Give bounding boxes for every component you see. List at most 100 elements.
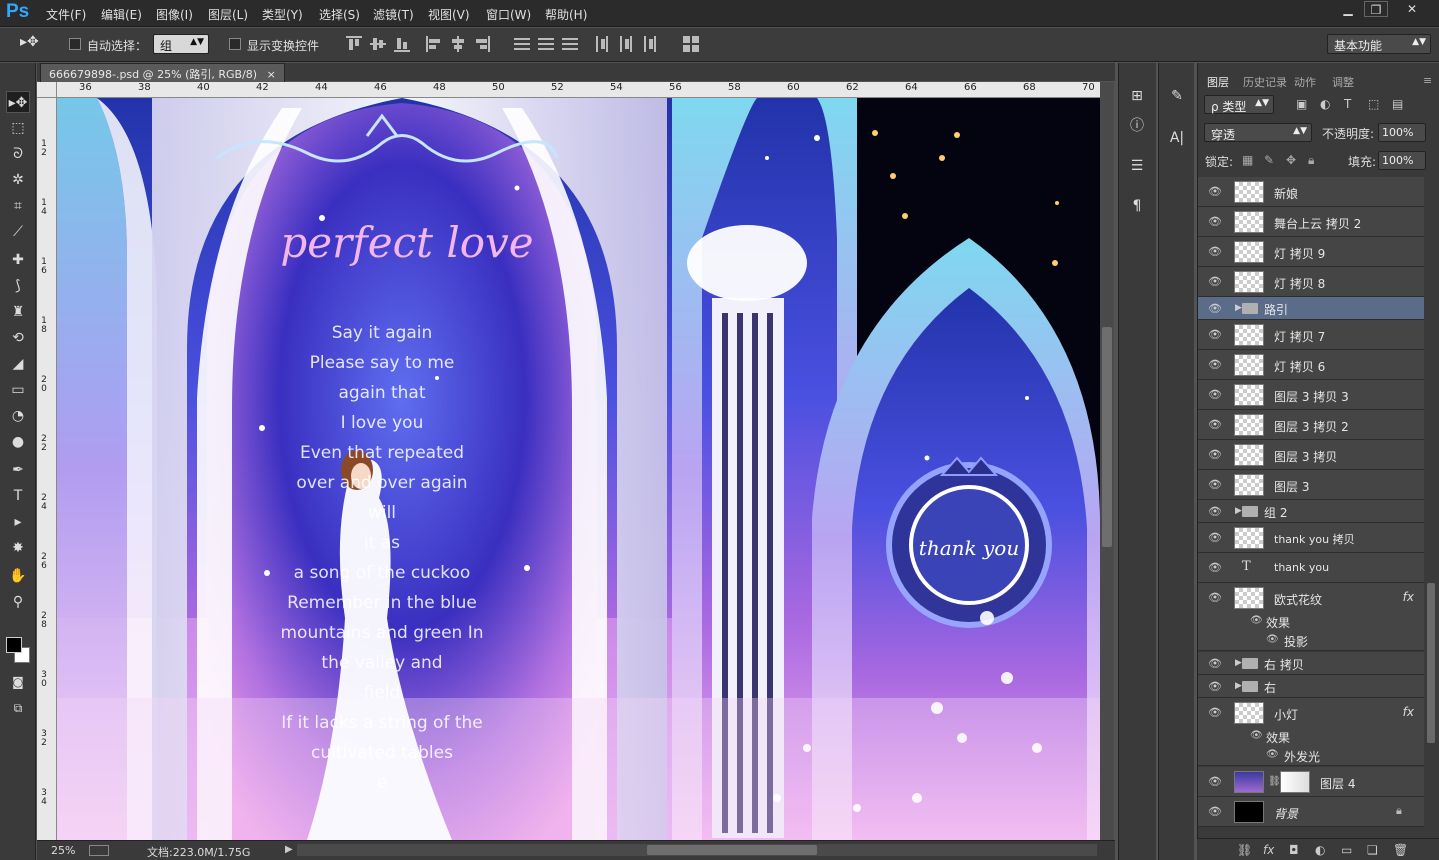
add-style-icon[interactable]: fx [1263, 843, 1274, 857]
layer-row[interactable]: 👁︎ ▶ 右 [1198, 675, 1424, 698]
layer-row[interactable]: 👁︎ 欧式花纹 fx [1198, 583, 1424, 613]
brush-presets-icon[interactable]: ✎ [1165, 85, 1189, 107]
layer-row[interactable]: 👁︎ 小灯 fx [1198, 698, 1424, 728]
type-tool-icon[interactable]: T [6, 485, 30, 507]
lock-position-icon[interactable]: ✥ [1286, 153, 1296, 167]
expand-triangle-icon[interactable]: ▶ [1235, 506, 1242, 516]
info-icon[interactable]: ⓘ [1125, 115, 1149, 137]
menu-select[interactable]: 选择(S) [319, 6, 360, 23]
layer-row[interactable]: 👁︎ 新娘 [1198, 177, 1424, 207]
zoom-tool-icon[interactable]: ⚲ [6, 591, 30, 613]
quick-mask-icon[interactable]: ◙ [6, 671, 30, 693]
filter-type-icon[interactable]: T [1344, 97, 1351, 111]
distribute-top-icon[interactable] [514, 36, 530, 52]
effect-eye-icon[interactable]: 👁︎ [1266, 749, 1279, 760]
visibility-eye-icon[interactable]: 👁︎ [1208, 680, 1222, 693]
visibility-eye-icon[interactable]: 👁︎ [1208, 775, 1222, 788]
distribute-right-icon[interactable] [642, 36, 658, 52]
visibility-eye-icon[interactable]: 👁︎ [1208, 275, 1222, 288]
document-tab[interactable]: 666679898-.psd @ 25% (路引, RGB/8) × [40, 63, 285, 82]
align-hcenter-icon[interactable] [450, 36, 466, 52]
filter-pixel-icon[interactable]: ▣ [1296, 97, 1307, 111]
align-left-icon[interactable] [426, 36, 442, 52]
menu-filter[interactable]: 滤镜(T) [373, 6, 414, 23]
layer-row[interactable]: 👁︎ ▶ 右 拷贝 [1198, 652, 1424, 675]
tab-adjustments[interactable]: 调整 [1332, 74, 1354, 90]
effect-row[interactable]: 👁︎ 外发光 [1198, 746, 1424, 766]
move-tool-icon[interactable]: ▸✥ [6, 91, 30, 113]
lock-pixels-icon[interactable]: ✎ [1264, 153, 1274, 167]
fx-icon[interactable]: fx [1403, 705, 1414, 719]
menu-help[interactable]: 帮助(H) [545, 6, 587, 23]
layer-row[interactable]: 👁︎ 灯 拷贝 9 [1198, 237, 1424, 267]
visibility-eye-icon[interactable]: 👁︎ [1208, 805, 1222, 818]
visibility-eye-icon[interactable]: 👁︎ [1208, 245, 1222, 258]
layer-filter-dropdown[interactable]: ρ 类型 ▲▼ [1204, 95, 1274, 114]
distribute-bottom-icon[interactable] [562, 36, 578, 52]
menu-type[interactable]: 类型(Y) [262, 6, 303, 23]
expand-triangle-icon[interactable]: ▶ [1235, 681, 1242, 691]
zoom-level[interactable]: 25% [51, 844, 75, 857]
filter-shape-icon[interactable]: ⬚ [1368, 97, 1379, 111]
effects-row[interactable]: 👁︎ 效果 [1198, 728, 1424, 746]
distribute-vcenter-icon[interactable] [538, 36, 554, 52]
panel-menu-icon[interactable]: ≡ [1423, 74, 1432, 87]
move-tool-preset-icon[interactable]: ▸✥ [20, 34, 39, 50]
visibility-eye-icon[interactable]: 👁︎ [1208, 185, 1222, 198]
menu-view[interactable]: 视图(V) [428, 6, 470, 23]
menu-layer[interactable]: 图层(L) [208, 6, 248, 23]
document-canvas[interactable]: perfect love Say it again Please say to … [57, 98, 1100, 840]
visibility-eye-icon[interactable]: 👁︎ [1208, 657, 1222, 670]
auto-select-checkbox[interactable] [69, 38, 81, 50]
visibility-eye-icon[interactable]: 👁︎ [1208, 388, 1222, 401]
link-layers-icon[interactable]: ⛓ [1237, 843, 1252, 857]
expand-triangle-icon[interactable]: ▶ [1235, 658, 1242, 668]
fx-icon[interactable]: fx [1403, 590, 1414, 604]
workspace-dropdown[interactable]: 基本功能 ▲▼ [1327, 34, 1431, 54]
layer-row[interactable]: 👁︎ ▶ 组 2 [1198, 500, 1424, 523]
layer-row[interactable]: 👁︎ T thank you [1198, 553, 1424, 583]
tab-layers[interactable]: 图层 [1207, 74, 1229, 90]
layer-row[interactable]: 👁︎ 灯 拷贝 7 [1198, 320, 1424, 350]
tab-history[interactable]: 历史记录 [1243, 74, 1287, 90]
close-button[interactable]: ✕ [1398, 1, 1426, 17]
character-icon[interactable]: A| [1165, 127, 1189, 149]
new-adjustment-icon[interactable]: ◐ [1315, 843, 1325, 857]
layer-row[interactable]: 👁︎ 图层 3 拷贝 [1198, 440, 1424, 470]
minimize-button[interactable]: ▁ [1336, 1, 1360, 17]
layer-row[interactable]: 👁︎ 背景 🔒︎ [1198, 797, 1424, 827]
custom-shape-icon[interactable]: ✸ [6, 537, 30, 559]
history-brush-icon[interactable]: ⟲ [6, 327, 30, 349]
properties-icon[interactable]: ⊞ [1125, 85, 1149, 107]
layer-mask-thumbnail[interactable] [1280, 771, 1310, 793]
align-bottom-icon[interactable] [394, 36, 410, 52]
effect-eye-icon[interactable]: 👁︎ [1250, 730, 1263, 741]
delete-layer-icon[interactable]: 🗑︎ [1393, 843, 1408, 857]
visibility-eye-icon[interactable]: 👁︎ [1208, 478, 1222, 491]
scrollbar-thumb[interactable] [1102, 327, 1112, 547]
foreground-color-swatch[interactable] [6, 637, 22, 653]
align-vcenter-icon[interactable] [370, 36, 386, 52]
visibility-eye-icon[interactable]: 👁︎ [1208, 531, 1222, 544]
visibility-eye-icon[interactable]: 👁︎ [1208, 215, 1222, 228]
expand-triangle-icon[interactable]: ▶ [1235, 303, 1242, 313]
healing-brush-icon[interactable]: ✚ [6, 249, 30, 271]
opacity-input[interactable]: 100% [1378, 123, 1426, 142]
layer-row[interactable]: 👁︎ 图层 3 拷贝 2 [1198, 410, 1424, 440]
dodge-tool-icon[interactable]: ● [6, 431, 30, 453]
scrollbar-thumb[interactable] [1427, 583, 1435, 743]
chain-link-icon[interactable]: ⛓ [1268, 776, 1281, 787]
menu-file[interactable]: 文件(F) [46, 6, 86, 23]
effect-eye-icon[interactable]: 👁︎ [1266, 634, 1279, 645]
distribute-hcenter-icon[interactable] [618, 36, 634, 52]
visibility-eye-icon[interactable]: 👁︎ [1208, 591, 1222, 604]
menu-image[interactable]: 图像(I) [156, 6, 193, 23]
hand-tool-icon[interactable]: ✋ [6, 565, 30, 587]
screen-mode-icon[interactable]: ⧉ [6, 697, 30, 719]
visibility-eye-icon[interactable]: 👁︎ [1208, 328, 1222, 341]
lock-transparency-icon[interactable]: ▦ [1242, 153, 1253, 167]
brush-tool-icon[interactable]: ⟆ [6, 275, 30, 297]
layer-row-selected[interactable]: 👁︎ ▶ 路引 [1198, 297, 1424, 320]
layer-row[interactable]: 👁︎ thank you 拷贝 [1198, 523, 1424, 553]
adjust-sliders-icon[interactable]: ☰ [1125, 155, 1149, 177]
